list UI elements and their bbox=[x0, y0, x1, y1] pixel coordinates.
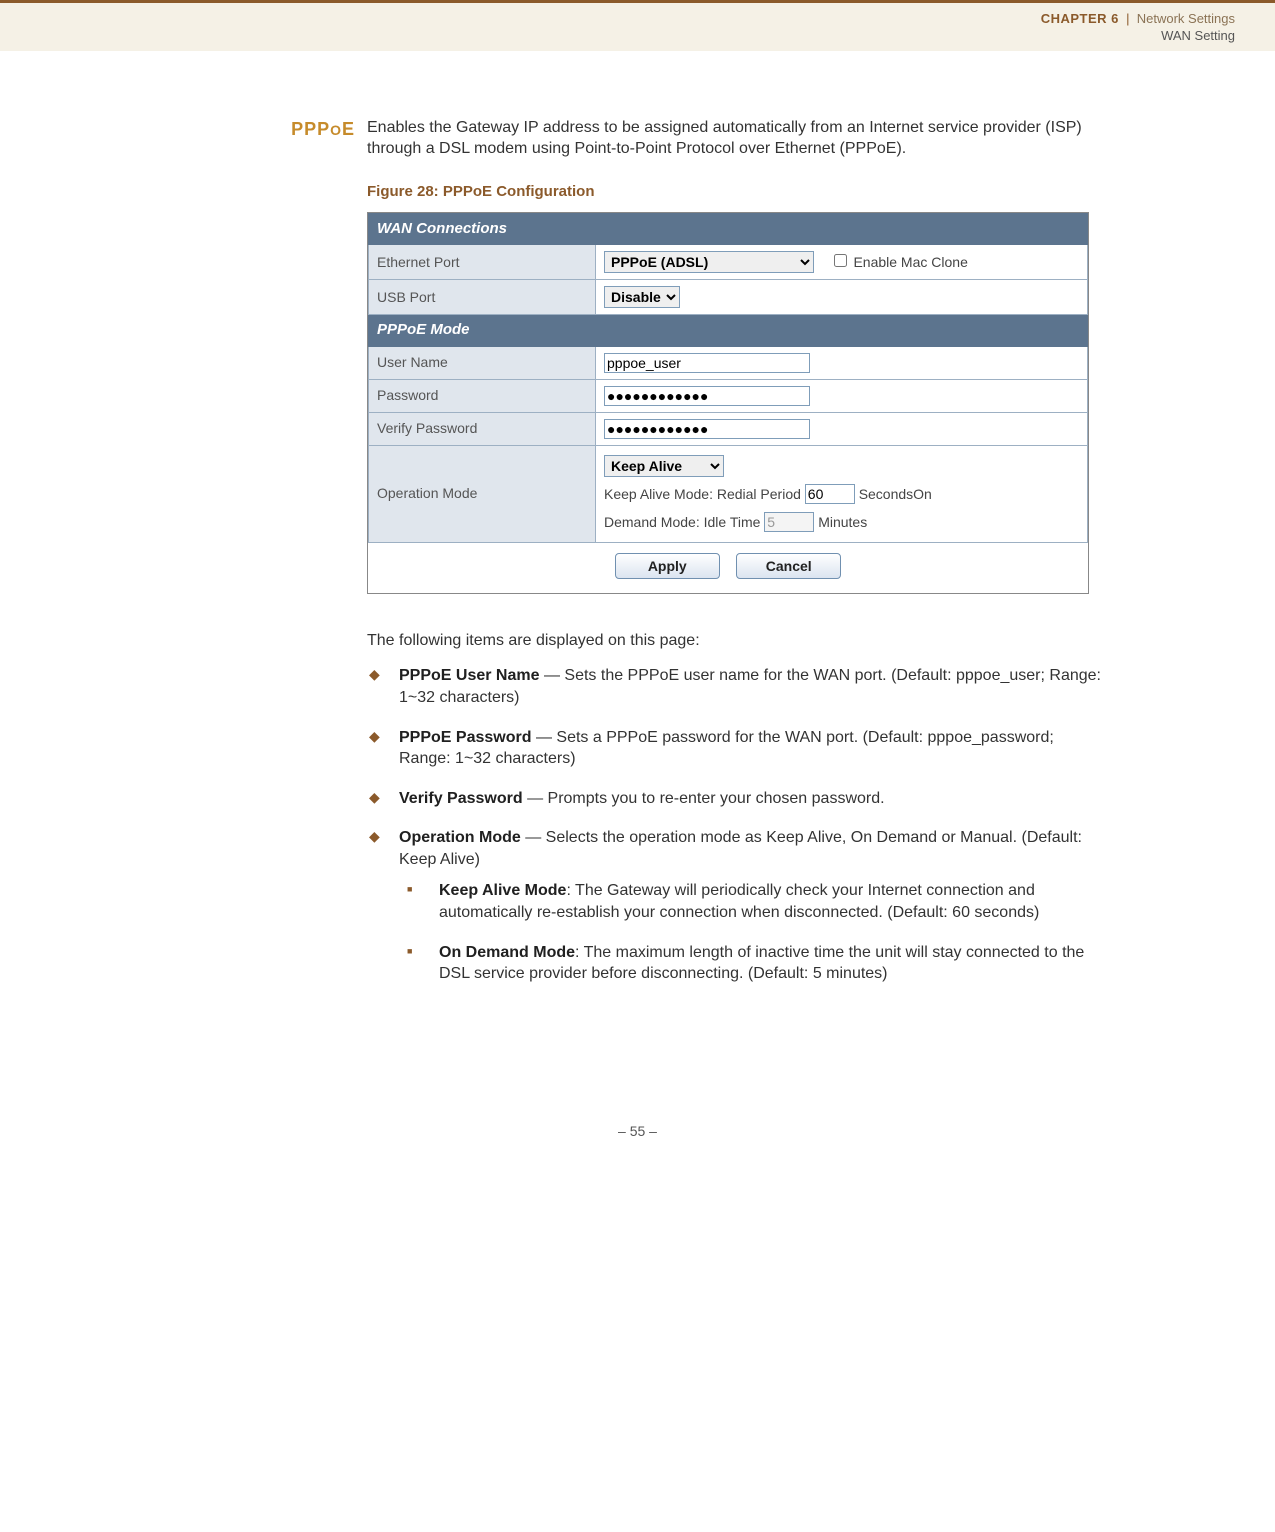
chapter-title: Network Settings bbox=[1137, 11, 1235, 26]
redial-unit: SecondsOn bbox=[859, 486, 932, 502]
items-intro: The following items are displayed on thi… bbox=[367, 630, 1107, 652]
section-name: WAN Setting bbox=[0, 28, 1235, 45]
username-input[interactable] bbox=[604, 353, 810, 373]
figure-caption: Figure 28: PPPoE Configuration bbox=[367, 182, 1107, 202]
list-item: PPPoE User Name — Sets the PPPoE user na… bbox=[367, 665, 1107, 708]
verify-password-input[interactable] bbox=[604, 419, 810, 439]
cancel-button[interactable]: Cancel bbox=[736, 553, 841, 579]
wan-connections-header: WAN Connections bbox=[369, 214, 1088, 245]
intro-paragraph: Enables the Gateway IP address to be ass… bbox=[367, 117, 1107, 160]
chapter-number: CHAPTER 6 bbox=[1041, 11, 1119, 26]
idle-time-input[interactable] bbox=[764, 512, 814, 532]
redial-period-input[interactable] bbox=[805, 484, 855, 504]
sub-list-item: On Demand Mode: The maximum length of in… bbox=[403, 942, 1107, 985]
operation-mode-label: Operation Mode bbox=[369, 445, 596, 542]
ethernet-port-label: Ethernet Port bbox=[369, 245, 596, 280]
list-item: Verify Password — Prompts you to re-ente… bbox=[367, 788, 1107, 810]
ethernet-port-select[interactable]: PPPoE (ADSL) bbox=[604, 251, 814, 273]
username-label: User Name bbox=[369, 346, 596, 379]
enable-mac-clone-label: Enable Mac Clone bbox=[853, 254, 967, 270]
figure-screenshot: WAN Connections Ethernet Port PPPoE (ADS… bbox=[367, 212, 1089, 594]
sub-list-item: Keep Alive Mode: The Gateway will period… bbox=[403, 880, 1107, 923]
idle-time-label: Demand Mode: Idle Time bbox=[604, 514, 760, 530]
list-item: PPPoE Password — Sets a PPPoE password f… bbox=[367, 727, 1107, 770]
pppoe-mode-header: PPPoE Mode bbox=[369, 315, 1088, 346]
section-heading: PPPOE bbox=[291, 119, 355, 139]
chapter-separator: | bbox=[1126, 11, 1129, 26]
apply-button[interactable]: Apply bbox=[615, 553, 720, 579]
list-item: Operation Mode — Selects the operation m… bbox=[367, 827, 1107, 985]
verify-password-label: Verify Password bbox=[369, 412, 596, 445]
password-label: Password bbox=[369, 379, 596, 412]
redial-period-label: Keep Alive Mode: Redial Period bbox=[604, 486, 801, 502]
password-input[interactable] bbox=[604, 386, 810, 406]
operation-mode-select[interactable]: Keep Alive bbox=[604, 455, 724, 477]
usb-port-label: USB Port bbox=[369, 280, 596, 315]
enable-mac-clone-checkbox[interactable] bbox=[834, 254, 847, 267]
page-header: CHAPTER 6 | Network Settings WAN Setting bbox=[0, 3, 1275, 51]
page-number: – 55 – bbox=[0, 1003, 1275, 1159]
usb-port-select[interactable]: Disable bbox=[604, 286, 680, 308]
idle-unit: Minutes bbox=[818, 514, 867, 530]
